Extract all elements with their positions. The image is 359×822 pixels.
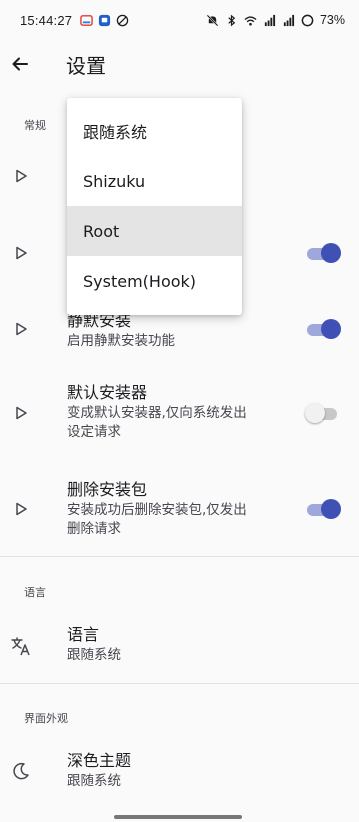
status-right-icons: 73%	[206, 13, 345, 27]
play-outline-icon	[16, 322, 27, 336]
delete-package-subtitle-line2: 删除请求	[67, 521, 121, 537]
default-installer-title: 默认安装器	[67, 383, 148, 402]
moon-icon	[13, 762, 29, 780]
battery-percent: 73%	[319, 13, 345, 27]
dark-theme-title: 深色主题	[67, 751, 132, 770]
setting-row-language[interactable]: 语言 跟随系统	[0, 622, 359, 670]
section-divider	[0, 683, 359, 684]
notification-square-icon	[99, 14, 111, 26]
section-header-appearance: 界面外观	[24, 712, 68, 725]
delete-package-text: 删除安装包 安装成功后删除安装包,仅发出 删除请求	[67, 479, 247, 539]
installer-mode-dropdown: 跟随系统 Shizuku Root System(Hook)	[67, 98, 242, 315]
circle-slash-icon	[116, 14, 129, 26]
translate-icon	[11, 637, 30, 656]
play-outline-icon	[16, 502, 27, 516]
language-text: 语言 跟随系统	[67, 624, 121, 665]
default-installer-toggle[interactable]	[305, 402, 341, 424]
silent-install-text: 静默安装 启用静默安装功能	[67, 310, 175, 351]
bluetooth-icon	[228, 14, 236, 26]
setting-row-dark-theme[interactable]: 深色主题 跟随系统	[0, 748, 359, 796]
signal-5g-icon	[283, 14, 295, 26]
setting-row-2-toggle[interactable]	[305, 242, 341, 264]
delete-package-subtitle-line1: 安装成功后删除安装包,仅发出	[67, 502, 247, 518]
play-outline-icon	[16, 169, 27, 183]
dropdown-option-shizuku[interactable]: Shizuku	[67, 156, 242, 206]
app-bar: 设置	[0, 40, 359, 88]
status-left-icons	[80, 14, 129, 27]
language-title: 语言	[67, 625, 100, 644]
dark-theme-subtitle: 跟随系统	[67, 773, 121, 789]
dropdown-option-root[interactable]: Root	[67, 206, 242, 256]
signal-5g-icon	[264, 14, 276, 26]
silent-install-subtitle: 启用静默安装功能	[67, 333, 175, 349]
play-outline-icon	[16, 246, 27, 260]
page-title: 设置	[66, 53, 106, 78]
dark-theme-text: 深色主题 跟随系统	[67, 750, 131, 791]
dropdown-option-system-hook[interactable]: System(Hook)	[67, 256, 242, 306]
arrow-left-icon	[12, 57, 28, 71]
mute-bell-icon	[206, 14, 219, 26]
delete-package-title: 删除安装包	[67, 480, 148, 499]
setting-row-default-installer[interactable]: 默认安装器 变成默认安装器,仅向系统发出 设定请求	[0, 382, 359, 446]
section-divider	[0, 556, 359, 557]
default-installer-text: 默认安装器 变成默认安装器,仅向系统发出 设定请求	[67, 382, 247, 442]
home-indicator[interactable]	[114, 815, 242, 819]
section-header-general: 常规	[24, 119, 46, 132]
default-installer-subtitle-line1: 变成默认安装器,仅向系统发出	[67, 405, 247, 421]
battery-ring-icon	[301, 14, 314, 26]
setting-row-delete-package[interactable]: 删除安装包 安装成功后删除安装包,仅发出 删除请求	[0, 479, 359, 543]
status-time: 15:44:27	[20, 12, 73, 28]
back-button[interactable]	[0, 44, 40, 84]
play-outline-icon	[16, 406, 27, 420]
status-bar: 15:44:27 73%	[0, 0, 359, 40]
delete-package-toggle[interactable]	[305, 498, 341, 520]
dropdown-option-follow-system[interactable]: 跟随系统	[67, 106, 242, 156]
default-installer-subtitle-line2: 设定请求	[67, 424, 121, 440]
language-subtitle: 跟随系统	[67, 647, 121, 663]
silent-install-toggle[interactable]	[305, 318, 341, 340]
section-header-language: 语言	[24, 586, 46, 599]
wifi-icon	[244, 15, 257, 26]
notification-app-icon	[80, 14, 93, 26]
